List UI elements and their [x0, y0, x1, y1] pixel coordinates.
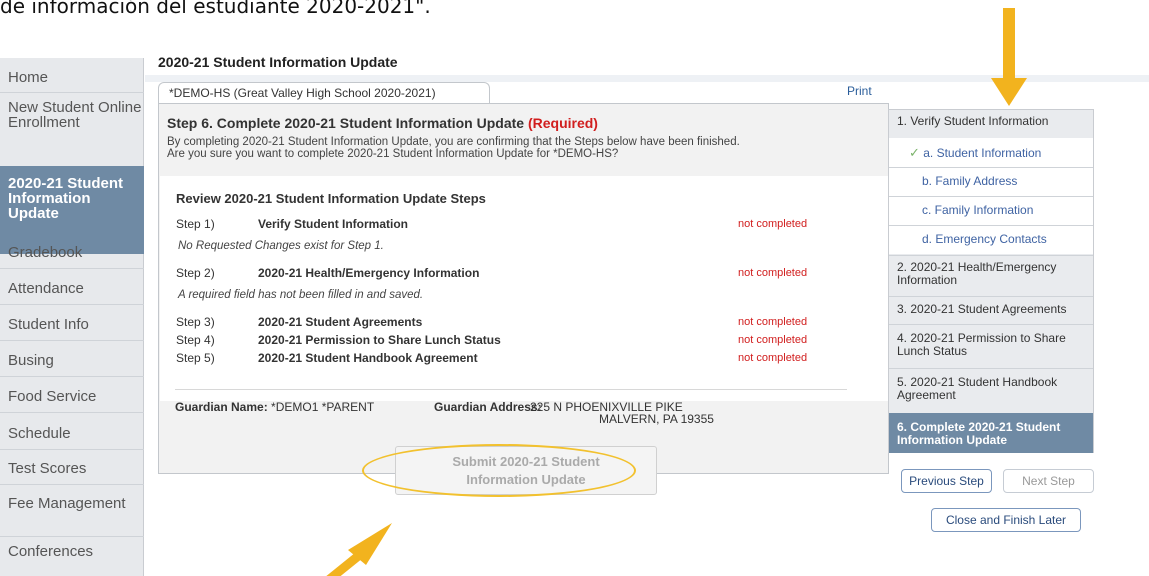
step-number: Step 5)	[176, 351, 215, 365]
step-status: not completed	[738, 267, 808, 279]
step-nav-complete-update[interactable]: 6. Complete 2020-21 Student Information …	[889, 413, 1093, 453]
confirmation-message: By completing 2020-21 Student Informatio…	[167, 136, 879, 160]
nav-divider	[0, 412, 144, 413]
step-name: 2020-21 Student Handbook Agreement	[258, 351, 478, 365]
step-row: Step 3) 2020-21 Student Agreements not c…	[176, 313, 836, 331]
guardian-address-label: Guardian Address:	[434, 400, 542, 414]
step-nav-student-information[interactable]: ✓ a. Student Information	[889, 138, 1093, 167]
nav-divider	[0, 484, 144, 485]
step-heading: Step 6. Complete 2020-21 Student Informa…	[167, 115, 598, 131]
nav-divider	[0, 340, 144, 341]
nav-item-student-info[interactable]: Student Info	[0, 317, 144, 332]
step-status: not completed	[738, 316, 808, 328]
checkmark-icon: ✓	[909, 145, 920, 160]
required-label: (Required)	[527, 115, 598, 131]
annotation-arrow-down-icon	[991, 78, 1027, 106]
step-nav-health-emergency[interactable]: 2. 2020-21 Health/Emergency Information	[889, 261, 1093, 287]
nav-divider	[889, 324, 1093, 325]
step-nav-family-address[interactable]: b. Family Address	[889, 168, 1093, 196]
nav-divider	[889, 255, 1093, 256]
nav-divider	[0, 376, 144, 377]
step-nav-label: a. Student Information	[923, 146, 1042, 160]
complete-update-panel: Step 6. Complete 2020-21 Student Informa…	[158, 103, 889, 495]
guardian-name-value: *DEMO1 *PARENT	[271, 400, 375, 414]
nav-item-busing[interactable]: Busing	[0, 353, 144, 368]
annotation-highlight-ellipse	[362, 444, 636, 497]
print-link[interactable]: Print	[847, 84, 872, 98]
confirmation-line: Are you sure you want to complete 2020-2…	[167, 148, 619, 160]
nav-item-test-scores[interactable]: Test Scores	[0, 461, 144, 476]
nav-divider	[0, 92, 144, 93]
step-number: Step 3)	[176, 315, 215, 329]
step-row: Step 1) Verify Student Information not c…	[176, 215, 836, 233]
step-name: 2020-21 Health/Emergency Information	[258, 266, 480, 280]
nav-divider	[889, 368, 1093, 369]
nav-item-online-enrollment[interactable]: New Student Online Enrollment	[0, 100, 144, 130]
nav-item-conferences[interactable]: Conferences	[0, 544, 144, 559]
nav-item-attendance[interactable]: Attendance	[0, 281, 144, 296]
nav-divider	[0, 536, 144, 537]
next-step-button[interactable]: Next Step	[1003, 469, 1094, 493]
nav-item-student-info-update[interactable]: 2020-21 Student Information Update	[0, 166, 144, 254]
step-row: Step 4) 2020-21 Permission to Share Lunc…	[176, 331, 836, 349]
step-number: Step 4)	[176, 333, 215, 347]
caption-text: de información del estudiante 2020-2021"…	[0, 0, 431, 18]
guardian-name: Guardian Name: *DEMO1 *PARENT	[175, 400, 374, 414]
step-note: A required field has not been filled in …	[178, 289, 424, 301]
step-status: not completed	[738, 218, 808, 230]
main-nav-sidebar: Home New Student Online Enrollment 2020-…	[0, 58, 144, 576]
nav-item-food-service[interactable]: Food Service	[0, 389, 144, 404]
review-title: Review 2020-21 Student Information Updat…	[176, 191, 486, 206]
step-name: 2020-21 Permission to Share Lunch Status	[258, 333, 501, 347]
step-nav-verify-student[interactable]: 1. Verify Student Information	[889, 115, 1093, 128]
annotation-arrow-shaft	[326, 549, 365, 576]
nav-divider	[0, 449, 144, 450]
step-heading-text: Step 6. Complete 2020-21 Student Informa…	[167, 115, 525, 131]
step-name: Verify Student Information	[258, 217, 409, 231]
step-row: Step 5) 2020-21 Student Handbook Agreeme…	[176, 349, 836, 367]
confirmation-line: By completing 2020-21 Student Informatio…	[167, 136, 740, 148]
page-title: 2020-21 Student Information Update	[158, 54, 398, 70]
step-note: No Requested Changes exist for Step 1.	[178, 240, 384, 252]
step-row: Step 2) 2020-21 Health/Emergency Informa…	[176, 264, 836, 282]
step-nav-handbook-agreement[interactable]: 5. 2020-21 Student Handbook Agreement	[889, 376, 1093, 402]
close-finish-later-button[interactable]: Close and Finish Later	[931, 508, 1081, 532]
nav-divider	[0, 304, 144, 305]
guardian-name-label: Guardian Name:	[175, 400, 268, 414]
nav-item-gradebook[interactable]: Gradebook	[0, 245, 144, 260]
nav-divider	[0, 268, 144, 269]
step-number: Step 2)	[176, 266, 215, 280]
nav-divider	[889, 296, 1093, 297]
review-section: Review 2020-21 Student Information Updat…	[160, 176, 888, 401]
annotation-arrow-up-icon	[326, 523, 392, 576]
annotation-arrow-shaft	[1003, 8, 1015, 78]
previous-step-button[interactable]: Previous Step	[901, 469, 992, 493]
step-nav-family-information[interactable]: c. Family Information	[889, 197, 1093, 225]
tab-school[interactable]: *DEMO-HS (Great Valley High School 2020-…	[158, 82, 490, 104]
guardian-address-line: MALVERN, PA 19355	[599, 412, 714, 426]
step-nav-student-agreements[interactable]: 3. 2020-21 Student Agreements	[889, 303, 1093, 316]
steps-nav: 1. Verify Student Information ✓ a. Stude…	[888, 109, 1094, 453]
section-divider	[175, 389, 847, 390]
step-name: 2020-21 Student Agreements	[258, 315, 423, 329]
step-nav-emergency-contacts[interactable]: d. Emergency Contacts	[889, 226, 1093, 254]
nav-item-schedule[interactable]: Schedule	[0, 426, 144, 441]
step-status: not completed	[738, 352, 808, 364]
step-nav-share-lunch[interactable]: 4. 2020-21 Permission to Share Lunch Sta…	[889, 332, 1093, 358]
nav-item-fee-management[interactable]: Fee Management	[0, 496, 144, 511]
nav-item-home[interactable]: Home	[0, 70, 144, 85]
step-number: Step 1)	[176, 217, 215, 231]
step-status: not completed	[738, 334, 808, 346]
